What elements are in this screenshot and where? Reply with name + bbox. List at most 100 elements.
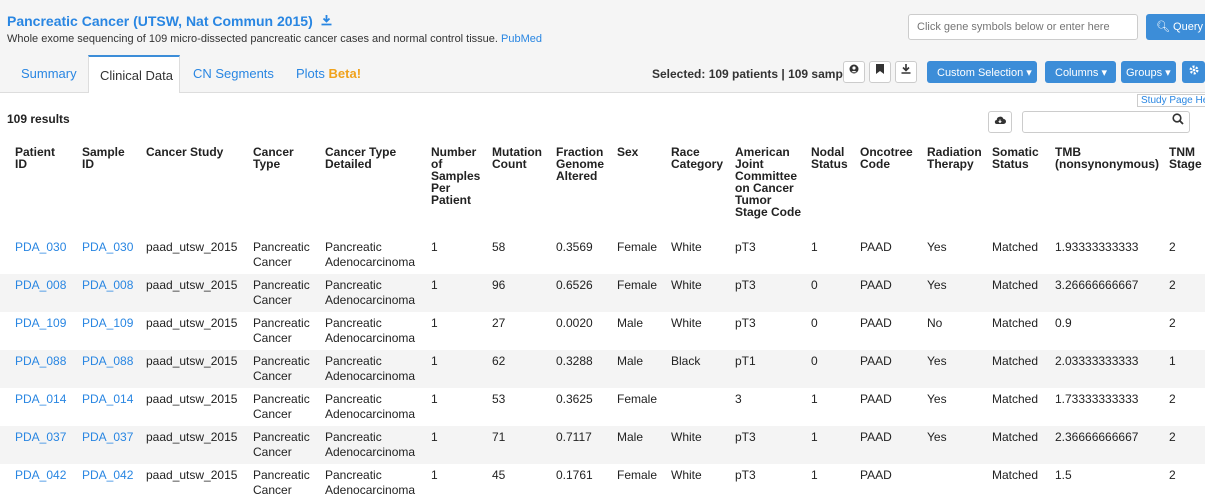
table-cell: White <box>671 316 702 330</box>
table-cell: 1 <box>431 392 438 406</box>
sample-id-link[interactable]: PDA_008 <box>82 278 133 293</box>
gear-icon[interactable] <box>1182 61 1205 83</box>
table-cell: 45 <box>492 468 506 482</box>
search-icon: 🔍︎ <box>1156 21 1170 33</box>
table-cell: Pancreatic Adenocarcinoma <box>325 468 416 497</box>
tab-cn-segments[interactable]: CN Segments <box>193 66 274 81</box>
column-header[interactable]: Mutation Count <box>492 146 547 170</box>
sample-id-link[interactable]: PDA_109 <box>82 316 133 331</box>
custom-selection-button[interactable]: Custom Selection ▾ <box>927 61 1037 83</box>
table-cell: 1.93333333333 <box>1055 240 1139 254</box>
tab-clinical-data-label: Clinical Data <box>100 68 173 83</box>
table-cell: 1.73333333333 <box>1055 392 1139 406</box>
selection-summary: Selected: 109 patients | 109 samples <box>652 67 860 81</box>
table-cell: Matched <box>992 278 1039 292</box>
study-page-help-link[interactable]: Study Page Help <box>1137 94 1205 107</box>
sample-id-link[interactable]: PDA_030 <box>82 240 133 255</box>
table-cell: White <box>671 278 702 292</box>
person-icon[interactable] <box>843 61 865 83</box>
table-cell: 2 <box>1169 240 1176 254</box>
table-cell: 0 <box>811 278 818 292</box>
table-cell: paad_utsw_2015 <box>146 240 238 254</box>
table-cell: 2 <box>1169 278 1176 292</box>
table-cell: Pancreatic Cancer <box>253 316 310 345</box>
sample-id-link[interactable]: PDA_037 <box>82 430 133 445</box>
sample-id-link[interactable]: PDA_014 <box>82 392 133 407</box>
table-cell: paad_utsw_2015 <box>146 430 238 444</box>
table-cell: 0 <box>811 316 818 330</box>
sample-id-link[interactable]: PDA_042 <box>82 468 133 483</box>
table-cell: 96 <box>492 278 506 292</box>
table-cell: 1 <box>431 430 438 444</box>
column-header[interactable]: Sample ID <box>82 146 137 170</box>
bookmark-icon[interactable] <box>869 61 891 83</box>
columns-button[interactable]: Columns ▾ <box>1045 61 1116 83</box>
download-icon[interactable] <box>895 61 917 83</box>
patient-id-link[interactable]: PDA_037 <box>15 430 66 445</box>
table-cell: 1 <box>431 354 438 368</box>
table-cell: paad_utsw_2015 <box>146 316 238 330</box>
table-cell: PAAD <box>860 316 892 330</box>
table-cell: Matched <box>992 468 1039 482</box>
table-cell: 2 <box>1169 430 1176 444</box>
table-cell: 53 <box>492 392 506 406</box>
column-header[interactable]: Race Category <box>671 146 731 170</box>
table-cell: 0.9 <box>1055 316 1072 330</box>
patient-id-link[interactable]: PDA_109 <box>15 316 66 331</box>
download-icon[interactable] <box>321 14 332 29</box>
patient-id-link[interactable]: PDA_088 <box>15 354 66 369</box>
patient-id-link[interactable]: PDA_042 <box>15 468 66 483</box>
column-header[interactable]: Cancer Type <box>253 146 317 170</box>
pubmed-link[interactable]: PubMed <box>501 33 542 45</box>
column-header[interactable]: Sex <box>617 146 667 158</box>
patient-id-link[interactable]: PDA_014 <box>15 392 66 407</box>
table-cell: 2 <box>1169 316 1176 330</box>
table-cell: 0.3569 <box>556 240 593 254</box>
patient-id-link[interactable]: PDA_008 <box>15 278 66 293</box>
table-search-input[interactable] <box>1022 111 1190 133</box>
column-header[interactable]: Nodal Status <box>811 146 856 170</box>
table-cell: 1 <box>431 316 438 330</box>
table-cell: Pancreatic Adenocarcinoma <box>325 430 416 459</box>
table-cell: Male <box>617 354 644 368</box>
table-cell: PAAD <box>860 430 892 444</box>
query-button[interactable]: 🔍︎ Query <box>1146 14 1205 40</box>
patient-id-link[interactable]: PDA_030 <box>15 240 66 255</box>
cloud-download-icon[interactable] <box>988 111 1012 133</box>
sample-id-link[interactable]: PDA_088 <box>82 354 133 369</box>
table-cell: Pancreatic Adenocarcinoma <box>325 392 416 421</box>
tab-clinical-data[interactable]: Clinical Data <box>88 55 180 93</box>
table-cell: 2 <box>1169 468 1176 482</box>
gene-search-input[interactable] <box>908 14 1138 40</box>
table-cell: 1 <box>811 240 818 254</box>
table-cell: Pancreatic Adenocarcinoma <box>325 240 416 269</box>
column-header[interactable]: Cancer Type Detailed <box>325 146 425 170</box>
table-cell: pT1 <box>735 354 756 368</box>
table-cell: Female <box>617 468 658 482</box>
table-cell: 1 <box>811 392 818 406</box>
column-header[interactable]: Somatic Status <box>992 146 1047 170</box>
results-count: 109 results <box>7 112 70 126</box>
table-cell: PAAD <box>860 354 892 368</box>
column-header[interactable]: Patient ID <box>15 146 70 170</box>
tab-summary[interactable]: Summary <box>21 66 77 81</box>
column-header[interactable]: Number of Samples Per Patient <box>431 146 486 206</box>
column-header[interactable]: American Joint Committee on Cancer Tumor… <box>735 146 805 218</box>
tab-plots[interactable]: Plots Beta! <box>296 66 361 81</box>
column-header[interactable]: Oncotree Code <box>860 146 920 170</box>
column-header[interactable]: TMB (nonsynonymous) <box>1055 146 1165 170</box>
column-header[interactable]: Cancer Study <box>146 146 246 158</box>
column-header[interactable]: TNM Stage <box>1169 146 1205 170</box>
table-cell: pT3 <box>735 468 756 482</box>
table-cell: 1 <box>811 430 818 444</box>
groups-button[interactable]: Groups ▾ <box>1121 61 1176 83</box>
study-description-text: Whole exome sequencing of 109 micro-diss… <box>7 33 498 45</box>
column-header[interactable]: Fraction Genome Altered <box>556 146 611 182</box>
table-cell: pT3 <box>735 430 756 444</box>
table-cell: 62 <box>492 354 506 368</box>
table-cell: Pancreatic Cancer <box>253 278 310 307</box>
table-cell: 3 <box>735 392 742 406</box>
table-cell: 2 <box>1169 392 1176 406</box>
column-header[interactable]: Radiation Therapy <box>927 146 987 170</box>
table-cell: Female <box>617 240 658 254</box>
